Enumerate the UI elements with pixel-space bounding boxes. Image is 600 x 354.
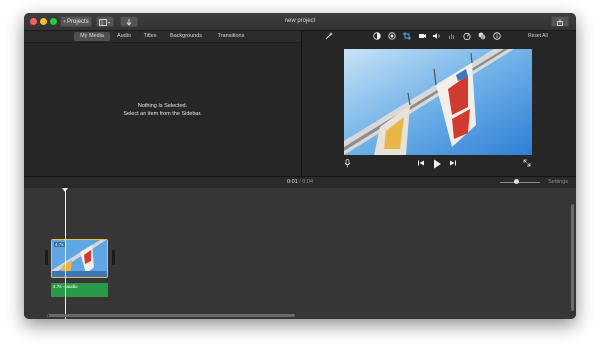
fullscreen-icon [523, 159, 531, 167]
color-balance-button[interactable] [372, 32, 381, 41]
stabilization-button[interactable] [417, 32, 426, 41]
magic-wand-icon [325, 32, 333, 40]
empty-message-line2: Select an item from the Sidebar. [123, 111, 202, 117]
noise-reduction-button[interactable] [447, 32, 456, 41]
noise-reduction-icon [448, 34, 454, 39]
time-separator: / [299, 179, 301, 185]
tab-label: Audio [116, 33, 132, 39]
total-time: 0:04 [302, 179, 314, 185]
tab-titles[interactable]: Titles [139, 31, 161, 42]
color-balance-icon [372, 32, 381, 40]
info-button[interactable] [492, 32, 501, 41]
crop-icon [402, 32, 411, 40]
timecode: 0:01 / 0:04 [24, 177, 576, 188]
magic-wand-button[interactable] [324, 32, 333, 41]
skip-back-button[interactable] [416, 159, 426, 170]
timeline-zoom-knob[interactable] [514, 179, 519, 184]
pane-divider[interactable] [301, 31, 302, 177]
share-icon [557, 19, 563, 26]
volume-icon [432, 33, 440, 39]
tab-my-media[interactable]: My Media [74, 32, 110, 41]
audio-clip[interactable]: 4.7s – audio [51, 283, 108, 297]
color-correction-icon [387, 32, 396, 40]
tab-label: My Media [80, 33, 104, 39]
reset-all-button[interactable]: Reset All [528, 31, 548, 42]
media-browser: Nothing Is Selected. Select an item from… [24, 43, 301, 176]
color-correction-button[interactable] [387, 32, 396, 41]
viewer-toolbar: Reset All [302, 31, 576, 42]
speed-icon [462, 32, 471, 41]
voiceover-button[interactable] [342, 159, 352, 171]
browser-tab-bar: My Media Audio Titles Backgrounds Transi… [24, 31, 301, 43]
tab-label: Titles [143, 33, 157, 39]
timeline-area[interactable]: 4.7s 4.7s – audio ♫ [24, 188, 576, 319]
play-button[interactable] [432, 159, 442, 172]
window-title: new project [284, 18, 316, 24]
share-button[interactable] [551, 16, 569, 27]
crop-button[interactable] [402, 32, 411, 41]
clip-filter-button[interactable] [477, 32, 486, 41]
video-frame-preview [344, 49, 532, 155]
playhead[interactable] [65, 190, 66, 319]
clip-trim-handle-right[interactable] [112, 250, 115, 265]
info-icon [492, 32, 501, 40]
clip-filter-icon [478, 32, 485, 40]
vertical-scrollbar[interactable] [571, 204, 574, 311]
fullscreen-button[interactable] [522, 159, 532, 170]
video-clip[interactable]: 4.7s [51, 239, 108, 278]
title-bar: ‹ Projects new project [24, 13, 576, 31]
play-icon [434, 159, 441, 169]
microphone-icon [344, 159, 350, 168]
video-viewer [344, 49, 532, 155]
timeline-settings-button[interactable]: Settings [548, 177, 568, 188]
skip-back-icon [418, 160, 424, 166]
clip-trim-handle-left[interactable] [45, 250, 48, 265]
volume-button[interactable] [432, 32, 441, 41]
skip-forward-icon [450, 160, 456, 166]
speed-button[interactable] [462, 32, 471, 41]
timeline-zoom-slider[interactable] [500, 182, 540, 183]
tab-transitions[interactable]: Transitions [212, 31, 250, 42]
tab-backgrounds[interactable]: Backgrounds [165, 31, 207, 42]
tab-label: Transitions [217, 33, 245, 39]
skip-forward-button[interactable] [448, 159, 458, 170]
stabilization-icon [418, 34, 426, 38]
horizontal-scrollbar[interactable] [49, 314, 295, 317]
empty-message-line1: Nothing Is Selected. [137, 103, 188, 109]
current-time: 0:01 [286, 179, 298, 185]
playhead-marker[interactable] [62, 188, 68, 192]
tab-audio[interactable]: Audio [113, 31, 135, 42]
imovie-window: ‹ Projects new project My Media Audio Ti… [24, 13, 576, 319]
tab-label: Backgrounds [169, 33, 203, 39]
clip-duration-label: 4.7s [54, 242, 65, 247]
timeline-header: 0:01 / 0:04 Settings [24, 177, 576, 188]
